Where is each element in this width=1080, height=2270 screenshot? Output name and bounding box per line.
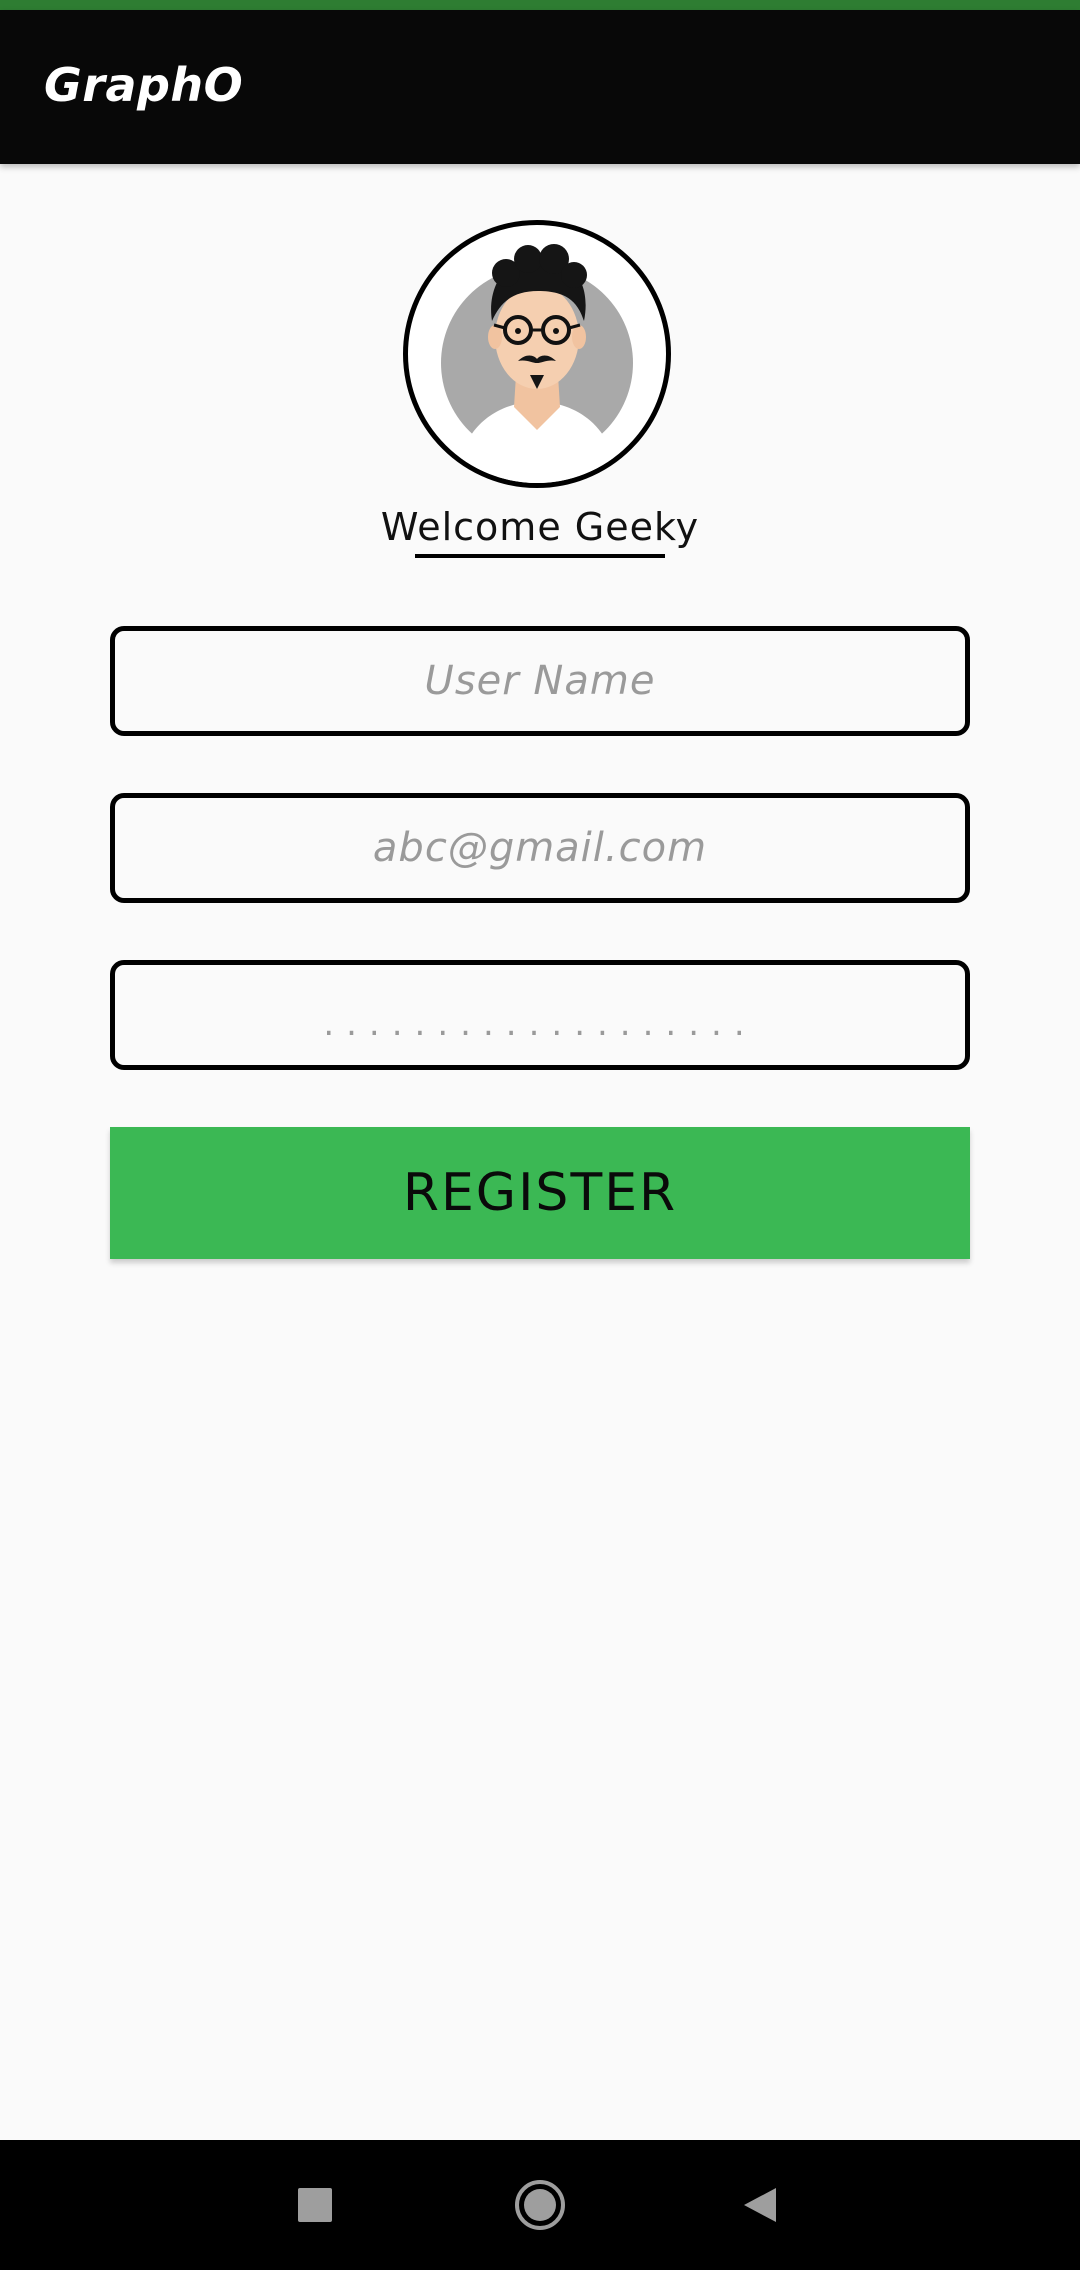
- nav-back-button[interactable]: [700, 2140, 820, 2270]
- app-title: GraphO: [44, 58, 244, 112]
- circle-icon: [515, 2180, 565, 2230]
- email-input[interactable]: [110, 793, 970, 903]
- person-avatar-icon: [403, 220, 671, 488]
- triangle-back-icon: [744, 2188, 776, 2222]
- register-button[interactable]: REGISTER: [110, 1127, 970, 1259]
- status-strip: [0, 0, 1080, 10]
- nav-recents-button[interactable]: [255, 2140, 375, 2270]
- system-nav-bar: [0, 2140, 1080, 2270]
- app-bar: GraphO: [0, 10, 1080, 164]
- square-icon: [298, 2188, 332, 2222]
- password-input[interactable]: [110, 960, 970, 1070]
- welcome-underline: [415, 554, 665, 558]
- welcome-heading: Welcome Geeky: [380, 505, 700, 549]
- nav-home-button[interactable]: [480, 2140, 600, 2270]
- username-input[interactable]: [110, 626, 970, 736]
